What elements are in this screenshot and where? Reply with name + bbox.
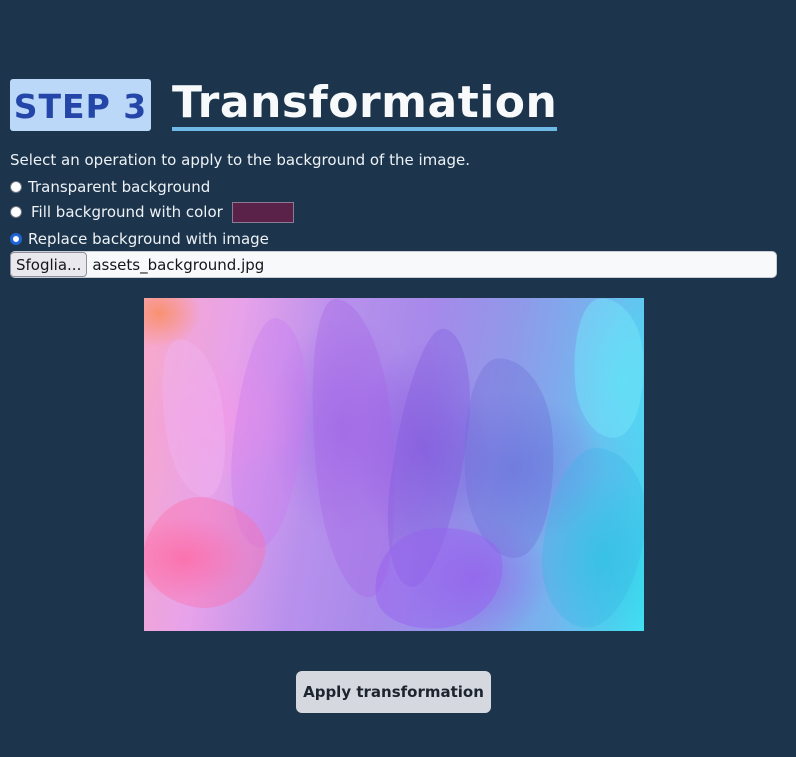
- radio-transparent-background[interactable]: [10, 181, 22, 193]
- instructions-text: Select an operation to apply to the back…: [10, 151, 470, 169]
- file-input[interactable]: Sfoglia... assets_background.jpg: [10, 251, 777, 278]
- option-label: Transparent background: [28, 178, 211, 196]
- section-heading: STEP 3 Transformation: [10, 79, 558, 131]
- radio-replace-background-image[interactable]: [10, 233, 22, 245]
- apply-transformation-button[interactable]: Apply transformation: [296, 671, 491, 713]
- selected-file-name: assets_background.jpg: [92, 255, 265, 274]
- background-image-preview: [144, 298, 644, 631]
- radio-fill-background-color[interactable]: [10, 206, 22, 218]
- page-title: Transformation: [172, 80, 558, 131]
- option-label: Fill background with color: [31, 203, 223, 221]
- option-fill-background-color[interactable]: Fill background with color: [10, 201, 294, 223]
- option-transparent-background[interactable]: Transparent background: [10, 177, 210, 197]
- option-label: Replace background with image: [28, 230, 269, 248]
- color-picker[interactable]: [231, 201, 294, 223]
- browse-button[interactable]: Sfoglia...: [10, 252, 88, 277]
- step-badge: STEP 3: [10, 79, 151, 131]
- option-replace-background-image[interactable]: Replace background with image: [10, 229, 269, 249]
